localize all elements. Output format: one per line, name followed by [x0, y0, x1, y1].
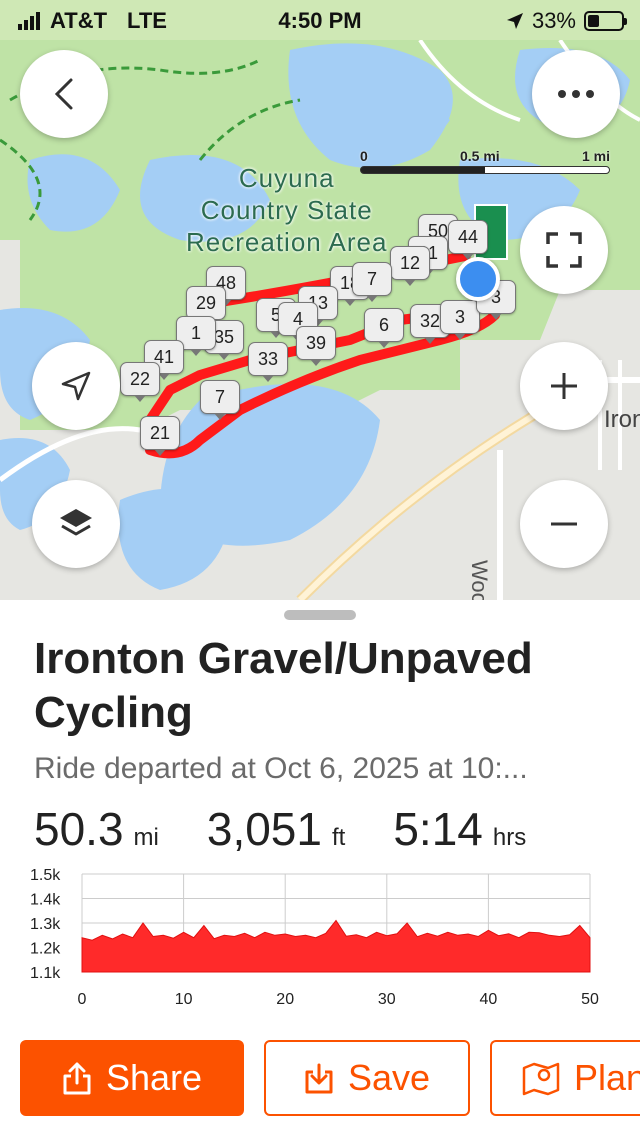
- layers-icon: [60, 509, 92, 536]
- x-tick-label: 10: [175, 991, 193, 1008]
- share-label: Share: [105, 1057, 203, 1098]
- duration-unit: hrs: [492, 824, 527, 851]
- elevation-unit: ft: [331, 824, 346, 851]
- town-label: Iron: [604, 406, 640, 433]
- y-tick-label: 1.4k: [30, 892, 61, 909]
- lap-marker[interactable]: 39: [296, 326, 336, 366]
- save-button[interactable]: Save: [264, 1040, 470, 1116]
- y-tick-label: 1.2k: [30, 941, 61, 958]
- plus-icon: [551, 373, 577, 399]
- scale-bar: [360, 166, 610, 174]
- y-tick-label: 1.3k: [30, 916, 61, 933]
- lap-marker[interactable]: 7: [200, 380, 240, 420]
- zoom-out-button[interactable]: [520, 480, 608, 568]
- y-tick-label: 1.1k: [30, 965, 61, 982]
- zoom-in-button[interactable]: [520, 342, 608, 430]
- map-scale: 0 0.5 mi 1 mi: [360, 148, 610, 174]
- lap-marker[interactable]: 33: [248, 342, 288, 382]
- download-icon: [305, 1063, 333, 1094]
- x-tick-label: 20: [276, 991, 294, 1008]
- map-pin-icon: [522, 1062, 560, 1096]
- elevation-area: [81, 919, 591, 973]
- activity-sheet: Ironton Gravel/Unpaved Cycling Ride depa…: [0, 600, 640, 1136]
- share-icon: [63, 1062, 91, 1095]
- road-label: Wood: [467, 560, 492, 600]
- x-tick-label: 40: [480, 991, 498, 1008]
- activity-stats: 50.3 mi 3,051 ft 5:14 hrs: [34, 802, 526, 856]
- park-label: Cuyuna Country State Recreation Area: [186, 163, 388, 257]
- elevation-chart[interactable]: 1.5k 1.4k 1.3k 1.2k 1.1k 0 10 20 30 40 50: [20, 862, 620, 1012]
- lap-marker[interactable]: 12: [390, 246, 430, 286]
- scale-half: 0.5 mi: [460, 148, 500, 164]
- elevation-value: 3,051: [206, 803, 322, 855]
- fullscreen-button[interactable]: [520, 206, 608, 294]
- distance-unit: mi: [133, 824, 159, 851]
- scale-full: 1 mi: [581, 148, 610, 164]
- more-button[interactable]: [532, 50, 620, 138]
- plan-label: Plan: [574, 1057, 640, 1098]
- lap-marker[interactable]: 29: [186, 286, 226, 326]
- x-tick-label: 0: [78, 991, 87, 1008]
- elevation-stat: 3,051 ft: [207, 802, 345, 856]
- lap-marker[interactable]: 6: [364, 308, 404, 348]
- lap-marker[interactable]: 21: [140, 416, 180, 456]
- duration-value: 5:14: [393, 803, 483, 855]
- lap-marker[interactable]: 44: [448, 220, 488, 260]
- route-map[interactable]: Cuyuna Country State Recreation Area Iro…: [0, 40, 640, 600]
- share-button[interactable]: Share: [20, 1040, 244, 1116]
- layers-button[interactable]: [32, 480, 120, 568]
- x-tick-label: 50: [581, 991, 599, 1008]
- sheet-handle[interactable]: [284, 610, 356, 620]
- distance-value: 50.3: [34, 803, 124, 855]
- navigation-icon: [61, 371, 91, 401]
- battery-icon: [584, 11, 627, 31]
- lap-marker[interactable]: 3: [440, 300, 480, 340]
- back-icon: [54, 78, 73, 110]
- location-arrow-icon: [506, 13, 523, 29]
- activity-subtitle: Ride departed at Oct 6, 2025 at 10:...: [34, 752, 528, 785]
- scale-zero: 0: [360, 148, 368, 164]
- more-icon: [558, 90, 594, 98]
- battery-percent: 33%: [531, 8, 576, 33]
- fullscreen-icon: [546, 232, 582, 268]
- y-tick-label: 1.5k: [30, 867, 61, 884]
- status-bar: AT&T LTE 4:50 PM 33%: [0, 0, 640, 40]
- save-label: Save: [347, 1057, 431, 1098]
- activity-title: Ironton Gravel/Unpaved Cycling: [34, 634, 533, 737]
- minus-icon: [551, 522, 577, 526]
- lap-marker[interactable]: 22: [120, 362, 160, 402]
- lap-marker[interactable]: 7: [352, 262, 392, 302]
- duration-stat: 5:14 hrs: [393, 802, 526, 856]
- locate-button[interactable]: [32, 342, 120, 430]
- action-bar: Share Save Plan: [20, 1040, 640, 1116]
- x-tick-label: 30: [378, 991, 396, 1008]
- distance-stat: 50.3 mi: [34, 802, 159, 856]
- back-button[interactable]: [20, 50, 108, 138]
- current-location-dot: [456, 257, 500, 301]
- plan-button[interactable]: Plan: [490, 1040, 640, 1116]
